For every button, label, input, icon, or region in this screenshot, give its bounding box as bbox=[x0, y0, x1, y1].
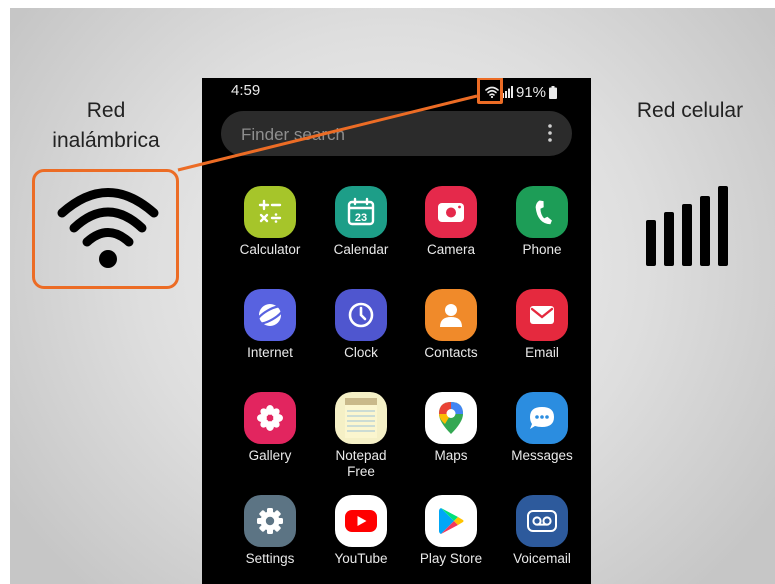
status-bar: 4:59 91% bbox=[202, 78, 591, 106]
voicemail-icon bbox=[516, 495, 568, 547]
app-label: Notepad Free bbox=[335, 448, 387, 479]
clock-icon bbox=[335, 289, 387, 341]
app-messages[interactable]: Messages bbox=[497, 392, 587, 464]
app-phone[interactable]: Phone bbox=[497, 186, 587, 258]
app-label: Calendar bbox=[333, 242, 389, 257]
cellular-signal-icon bbox=[646, 186, 728, 266]
play-store-icon bbox=[425, 495, 477, 547]
status-signal-icon bbox=[502, 86, 513, 98]
finder-search-bar[interactable]: Finder search bbox=[221, 111, 572, 156]
app-label: Settings bbox=[245, 551, 295, 566]
app-maps[interactable]: Maps bbox=[406, 392, 496, 464]
gallery-icon bbox=[244, 392, 296, 444]
app-internet[interactable]: Internet bbox=[225, 289, 315, 361]
messages-icon bbox=[516, 392, 568, 444]
phone-screen: 4:59 91% Finder search Calculator 23 Cal… bbox=[202, 78, 591, 584]
notepad-icon bbox=[335, 392, 387, 444]
settings-icon bbox=[244, 495, 296, 547]
app-contacts[interactable]: Contacts bbox=[406, 289, 496, 361]
battery-icon bbox=[549, 85, 558, 99]
wireless-network-label: Red inalámbrica bbox=[52, 99, 160, 152]
wifi-icon bbox=[57, 188, 159, 268]
app-label: Gallery bbox=[248, 448, 292, 463]
calendar-icon: 23 bbox=[335, 186, 387, 238]
app-label: Play Store bbox=[419, 551, 483, 566]
maps-icon bbox=[425, 392, 477, 444]
app-label: Calculator bbox=[239, 242, 301, 257]
app-label: Voicemail bbox=[513, 551, 571, 566]
search-placeholder: Finder search bbox=[241, 125, 345, 144]
svg-text:23: 23 bbox=[355, 212, 367, 224]
app-email[interactable]: Email bbox=[497, 289, 587, 361]
app-play-store[interactable]: Play Store bbox=[406, 495, 496, 567]
app-label: Maps bbox=[434, 448, 468, 463]
internet-icon bbox=[244, 289, 296, 341]
contacts-icon bbox=[425, 289, 477, 341]
wifi-highlight-box bbox=[32, 169, 179, 289]
app-settings[interactable]: Settings bbox=[225, 495, 315, 567]
phone-icon bbox=[516, 186, 568, 238]
cellular-network-label: Red celular bbox=[636, 99, 744, 122]
more-options-icon[interactable] bbox=[548, 123, 552, 143]
app-camera[interactable]: Camera bbox=[406, 186, 496, 258]
status-wifi-highlight bbox=[477, 78, 503, 104]
app-voicemail[interactable]: Voicemail bbox=[497, 495, 587, 567]
app-label: Contacts bbox=[424, 345, 478, 360]
app-label: Phone bbox=[522, 242, 562, 257]
app-label: Clock bbox=[344, 345, 378, 360]
app-gallery[interactable]: Gallery bbox=[225, 392, 315, 464]
slide: Red inalámbrica Red celular 4:59 91% Fin… bbox=[10, 8, 775, 584]
camera-icon bbox=[425, 186, 477, 238]
email-icon bbox=[516, 289, 568, 341]
app-youtube[interactable]: YouTube bbox=[316, 495, 406, 567]
app-calendar[interactable]: 23 Calendar bbox=[316, 186, 406, 258]
app-label: YouTube bbox=[334, 551, 388, 566]
app-label: Camera bbox=[426, 242, 475, 257]
app-calculator[interactable]: Calculator bbox=[225, 186, 315, 258]
youtube-icon bbox=[335, 495, 387, 547]
calculator-icon bbox=[244, 186, 296, 238]
app-label: Email bbox=[525, 345, 559, 360]
app-clock[interactable]: Clock bbox=[316, 289, 406, 361]
app-notepad[interactable]: Notepad Free bbox=[316, 392, 406, 480]
app-label: Messages bbox=[511, 448, 573, 463]
app-label: Internet bbox=[247, 345, 293, 360]
status-battery-text: 91% bbox=[516, 83, 547, 101]
status-time: 4:59 bbox=[231, 82, 261, 99]
